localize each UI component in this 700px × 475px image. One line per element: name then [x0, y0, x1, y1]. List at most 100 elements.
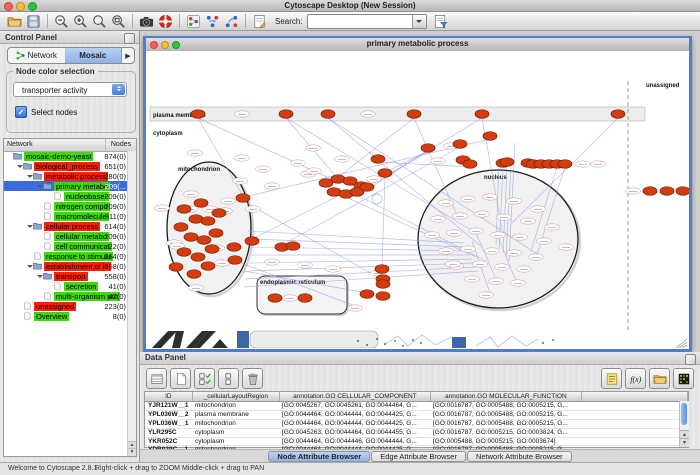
graph-node[interactable]: [184, 233, 198, 242]
formula-icon[interactable]: f(x): [625, 368, 646, 389]
graph-node[interactable]: [228, 256, 242, 265]
data-panel-float-icon[interactable]: [685, 354, 696, 365]
graph-node[interactable]: [191, 110, 205, 119]
expander-icon[interactable]: [16, 162, 23, 171]
graph-node[interactable]: [245, 237, 259, 246]
zoom-selected-icon[interactable]: [90, 13, 109, 30]
layout-2-icon[interactable]: [222, 13, 241, 30]
column-header[interactable]: annotation.GO CELLULAR_COMPONENT: [280, 392, 431, 401]
graph-node[interactable]: [421, 144, 435, 153]
float-panel-icon[interactable]: [124, 33, 135, 44]
scroll-down-icon[interactable]: ▼: [128, 448, 136, 456]
open-folder-icon[interactable]: [5, 13, 24, 30]
zoom-out-icon[interactable]: [52, 13, 71, 30]
column-header[interactable]: ID: [145, 392, 193, 401]
tree-col-network[interactable]: Network: [4, 139, 106, 151]
graph-node[interactable]: [475, 110, 489, 119]
graph-node[interactable]: [375, 265, 389, 274]
tree-row[interactable]: Overview8(0): [4, 311, 128, 321]
graph-node[interactable]: [205, 245, 219, 254]
graph-node[interactable]: [463, 160, 477, 169]
tree-row[interactable]: mosaic-demo-yeast874(0): [4, 151, 128, 161]
expander-icon[interactable]: [26, 172, 33, 181]
tree-row[interactable]: transport558(0): [4, 271, 128, 281]
tree-row[interactable]: cell communicat22(0): [4, 241, 128, 251]
tree-row[interactable]: biological_process651(0): [4, 161, 128, 171]
graph-node[interactable]: [321, 110, 335, 119]
tree-row[interactable]: nucleobase-209(0): [4, 191, 128, 201]
graph-node[interactable]: [177, 205, 191, 214]
graph-node[interactable]: [360, 290, 374, 299]
tab-network[interactable]: Network: [8, 48, 65, 63]
table-row[interactable]: YPL036W__2plasma membrane[GO:0044464, GO…: [145, 411, 688, 420]
tree-row[interactable]: multi-organism pro42(0): [4, 291, 128, 301]
table-row[interactable]: YKR052Ccytoplasm[GO:0044464, GO:0044446,…: [145, 438, 688, 447]
tree-row[interactable]: primary metabo209(...: [4, 181, 128, 191]
tab-mosaic[interactable]: Mosaic: [65, 48, 122, 63]
network-canvas[interactable]: plasma membranecytoplasmmitochondrionnuc…: [146, 51, 689, 348]
graph-node[interactable]: [643, 187, 657, 196]
tree-row[interactable]: establishment of lo558(0): [4, 261, 128, 271]
new-doc-icon[interactable]: [170, 368, 191, 389]
tab-node-attribute-browser[interactable]: Node Attribute Browser: [268, 451, 370, 462]
column-header[interactable]: _cellularLayoutRegion: [193, 392, 280, 401]
graph-node[interactable]: [407, 110, 421, 119]
graph-node[interactable]: [483, 132, 497, 141]
graph-node[interactable]: [169, 263, 183, 272]
table-grid-icon[interactable]: [146, 368, 167, 389]
tree-row[interactable]: macromolecule311(0): [4, 211, 128, 221]
trash-icon[interactable]: [242, 368, 263, 389]
graph-node[interactable]: [360, 183, 374, 192]
graph-node[interactable]: [236, 194, 250, 203]
zoom-in-icon[interactable]: [71, 13, 90, 30]
expander-icon[interactable]: [26, 222, 33, 231]
graph-node[interactable]: [378, 169, 392, 178]
tree-scrollbar[interactable]: ▲ ▼: [127, 151, 136, 456]
zoom-fit-icon[interactable]: [109, 13, 128, 30]
graph-node[interactable]: [279, 110, 293, 119]
graph-node[interactable]: [298, 294, 312, 303]
unselect-attrs-icon[interactable]: [218, 368, 239, 389]
graph-node[interactable]: [500, 158, 514, 167]
annotation-icon[interactable]: [250, 13, 269, 30]
tree-row[interactable]: cellular process614(0): [4, 221, 128, 231]
select-nodes-checkbox[interactable]: ✓: [15, 106, 27, 118]
layout-1-icon[interactable]: [203, 13, 222, 30]
graph-node[interactable]: [201, 217, 215, 226]
notes-icon[interactable]: [601, 368, 622, 389]
tree-col-nodes[interactable]: Nodes: [106, 139, 136, 151]
graph-node[interactable]: [194, 199, 208, 208]
tree-row[interactable]: nitrogen compo209(0): [4, 201, 128, 211]
table-scroll-thumb[interactable]: [681, 403, 687, 425]
graph-node[interactable]: [286, 242, 300, 251]
camera-icon[interactable]: [137, 13, 156, 30]
column-header[interactable]: annotation.GO MOLECULAR_FUNCTION: [431, 392, 582, 401]
expander-icon[interactable]: [26, 262, 33, 271]
tree-row[interactable]: secretion41(0): [4, 281, 128, 291]
filter-page-icon[interactable]: [431, 13, 450, 30]
search-dropdown-icon[interactable]: [412, 15, 426, 28]
graph-node[interactable]: [227, 243, 241, 252]
table-row[interactable]: YLR295Ccytoplasm[GO:0045263, GO:0044464,…: [145, 429, 688, 438]
graph-node[interactable]: [187, 270, 201, 279]
select-attrs-icon[interactable]: [194, 368, 215, 389]
graph-node[interactable]: [558, 160, 572, 169]
table-scroll-down-icon[interactable]: ▼: [680, 438, 689, 447]
graph-node[interactable]: [611, 110, 625, 119]
tab-network-attribute-browser[interactable]: Network Attribute Browser: [467, 451, 572, 462]
matrix-icon[interactable]: [673, 368, 694, 389]
tree-row[interactable]: unassigned223(0): [4, 301, 128, 311]
import-folder-icon[interactable]: [649, 368, 670, 389]
network-view-titlebar[interactable]: primary metabolic process: [146, 38, 689, 52]
graph-node[interactable]: [268, 294, 282, 303]
graph-node[interactable]: [676, 187, 689, 196]
graph-node[interactable]: [177, 248, 191, 257]
expander-icon[interactable]: [36, 272, 43, 281]
save-icon[interactable]: [24, 13, 43, 30]
node-color-dropdown[interactable]: transporter activity: [13, 82, 127, 97]
vizmapper-icon[interactable]: [184, 13, 203, 30]
graph-node[interactable]: [660, 187, 674, 196]
graph-node[interactable]: [174, 223, 188, 232]
table-row[interactable]: YJR121W__1mitochondrion[GO:0045267, GO:0…: [145, 402, 688, 411]
graph-node[interactable]: [201, 262, 215, 271]
